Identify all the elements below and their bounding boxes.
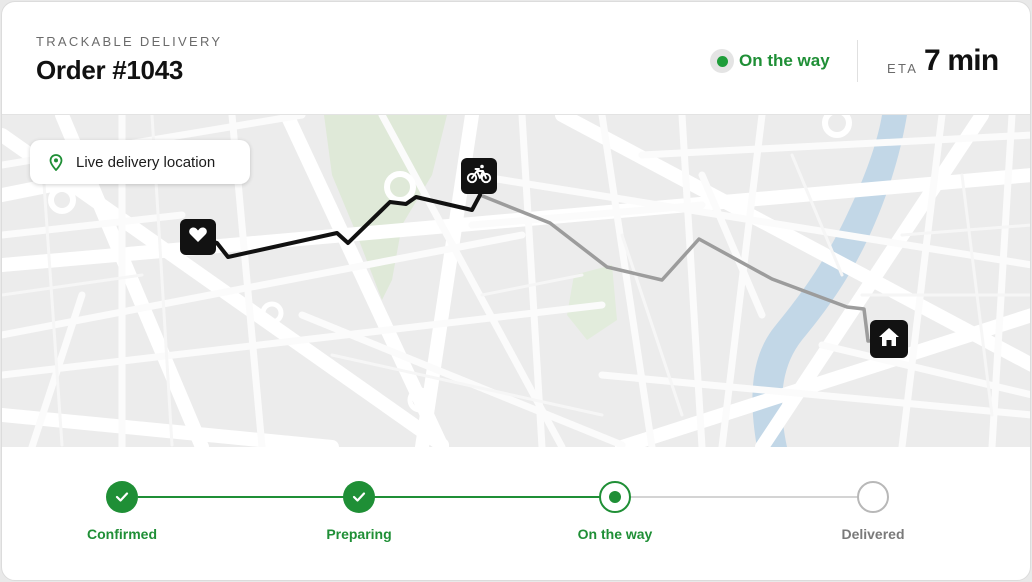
live-location-label: Live delivery location xyxy=(76,153,216,171)
step-label-on-the-way: On the way xyxy=(577,526,653,542)
step-delivered-pending-icon xyxy=(857,481,889,513)
status-indicator: On the way xyxy=(710,48,830,74)
status-dot-icon xyxy=(710,49,734,73)
courier-marker[interactable] xyxy=(461,158,497,194)
bicycle-icon xyxy=(466,163,492,190)
eyebrow-label: TRACKABLE DELIVERY xyxy=(36,34,223,49)
status-text: On the way xyxy=(739,51,830,70)
step-preparing-check-icon xyxy=(343,481,375,513)
card-header: TRACKABLE DELIVERY Order #1043 On the wa… xyxy=(2,2,1030,115)
heart-icon xyxy=(187,224,209,251)
step-label-delivered: Delivered xyxy=(841,526,905,542)
home-icon xyxy=(877,326,901,353)
order-title: Order #1043 xyxy=(36,55,184,85)
delivery-progress: Confirmed Preparing On the way Delivered xyxy=(2,447,1030,580)
eta-value: 7 min xyxy=(924,44,999,77)
progress-track-remaining xyxy=(618,496,874,498)
step-label-preparing: Preparing xyxy=(326,526,392,542)
step-label-confirmed: Confirmed xyxy=(87,526,157,542)
delivery-map[interactable]: Live delivery location xyxy=(2,115,1030,447)
eta-label: ETA xyxy=(887,61,919,76)
destination-marker[interactable] xyxy=(870,320,908,358)
step-confirmed-check-icon xyxy=(106,481,138,513)
location-pin-icon xyxy=(48,153,64,171)
progress-track-complete xyxy=(138,496,618,498)
delivery-card: TRACKABLE DELIVERY Order #1043 On the wa… xyxy=(1,1,1031,581)
pickup-marker[interactable] xyxy=(180,219,216,255)
live-location-chip[interactable]: Live delivery location xyxy=(30,140,250,184)
step-on-the-way-current-icon xyxy=(599,481,631,513)
header-divider xyxy=(857,40,858,82)
